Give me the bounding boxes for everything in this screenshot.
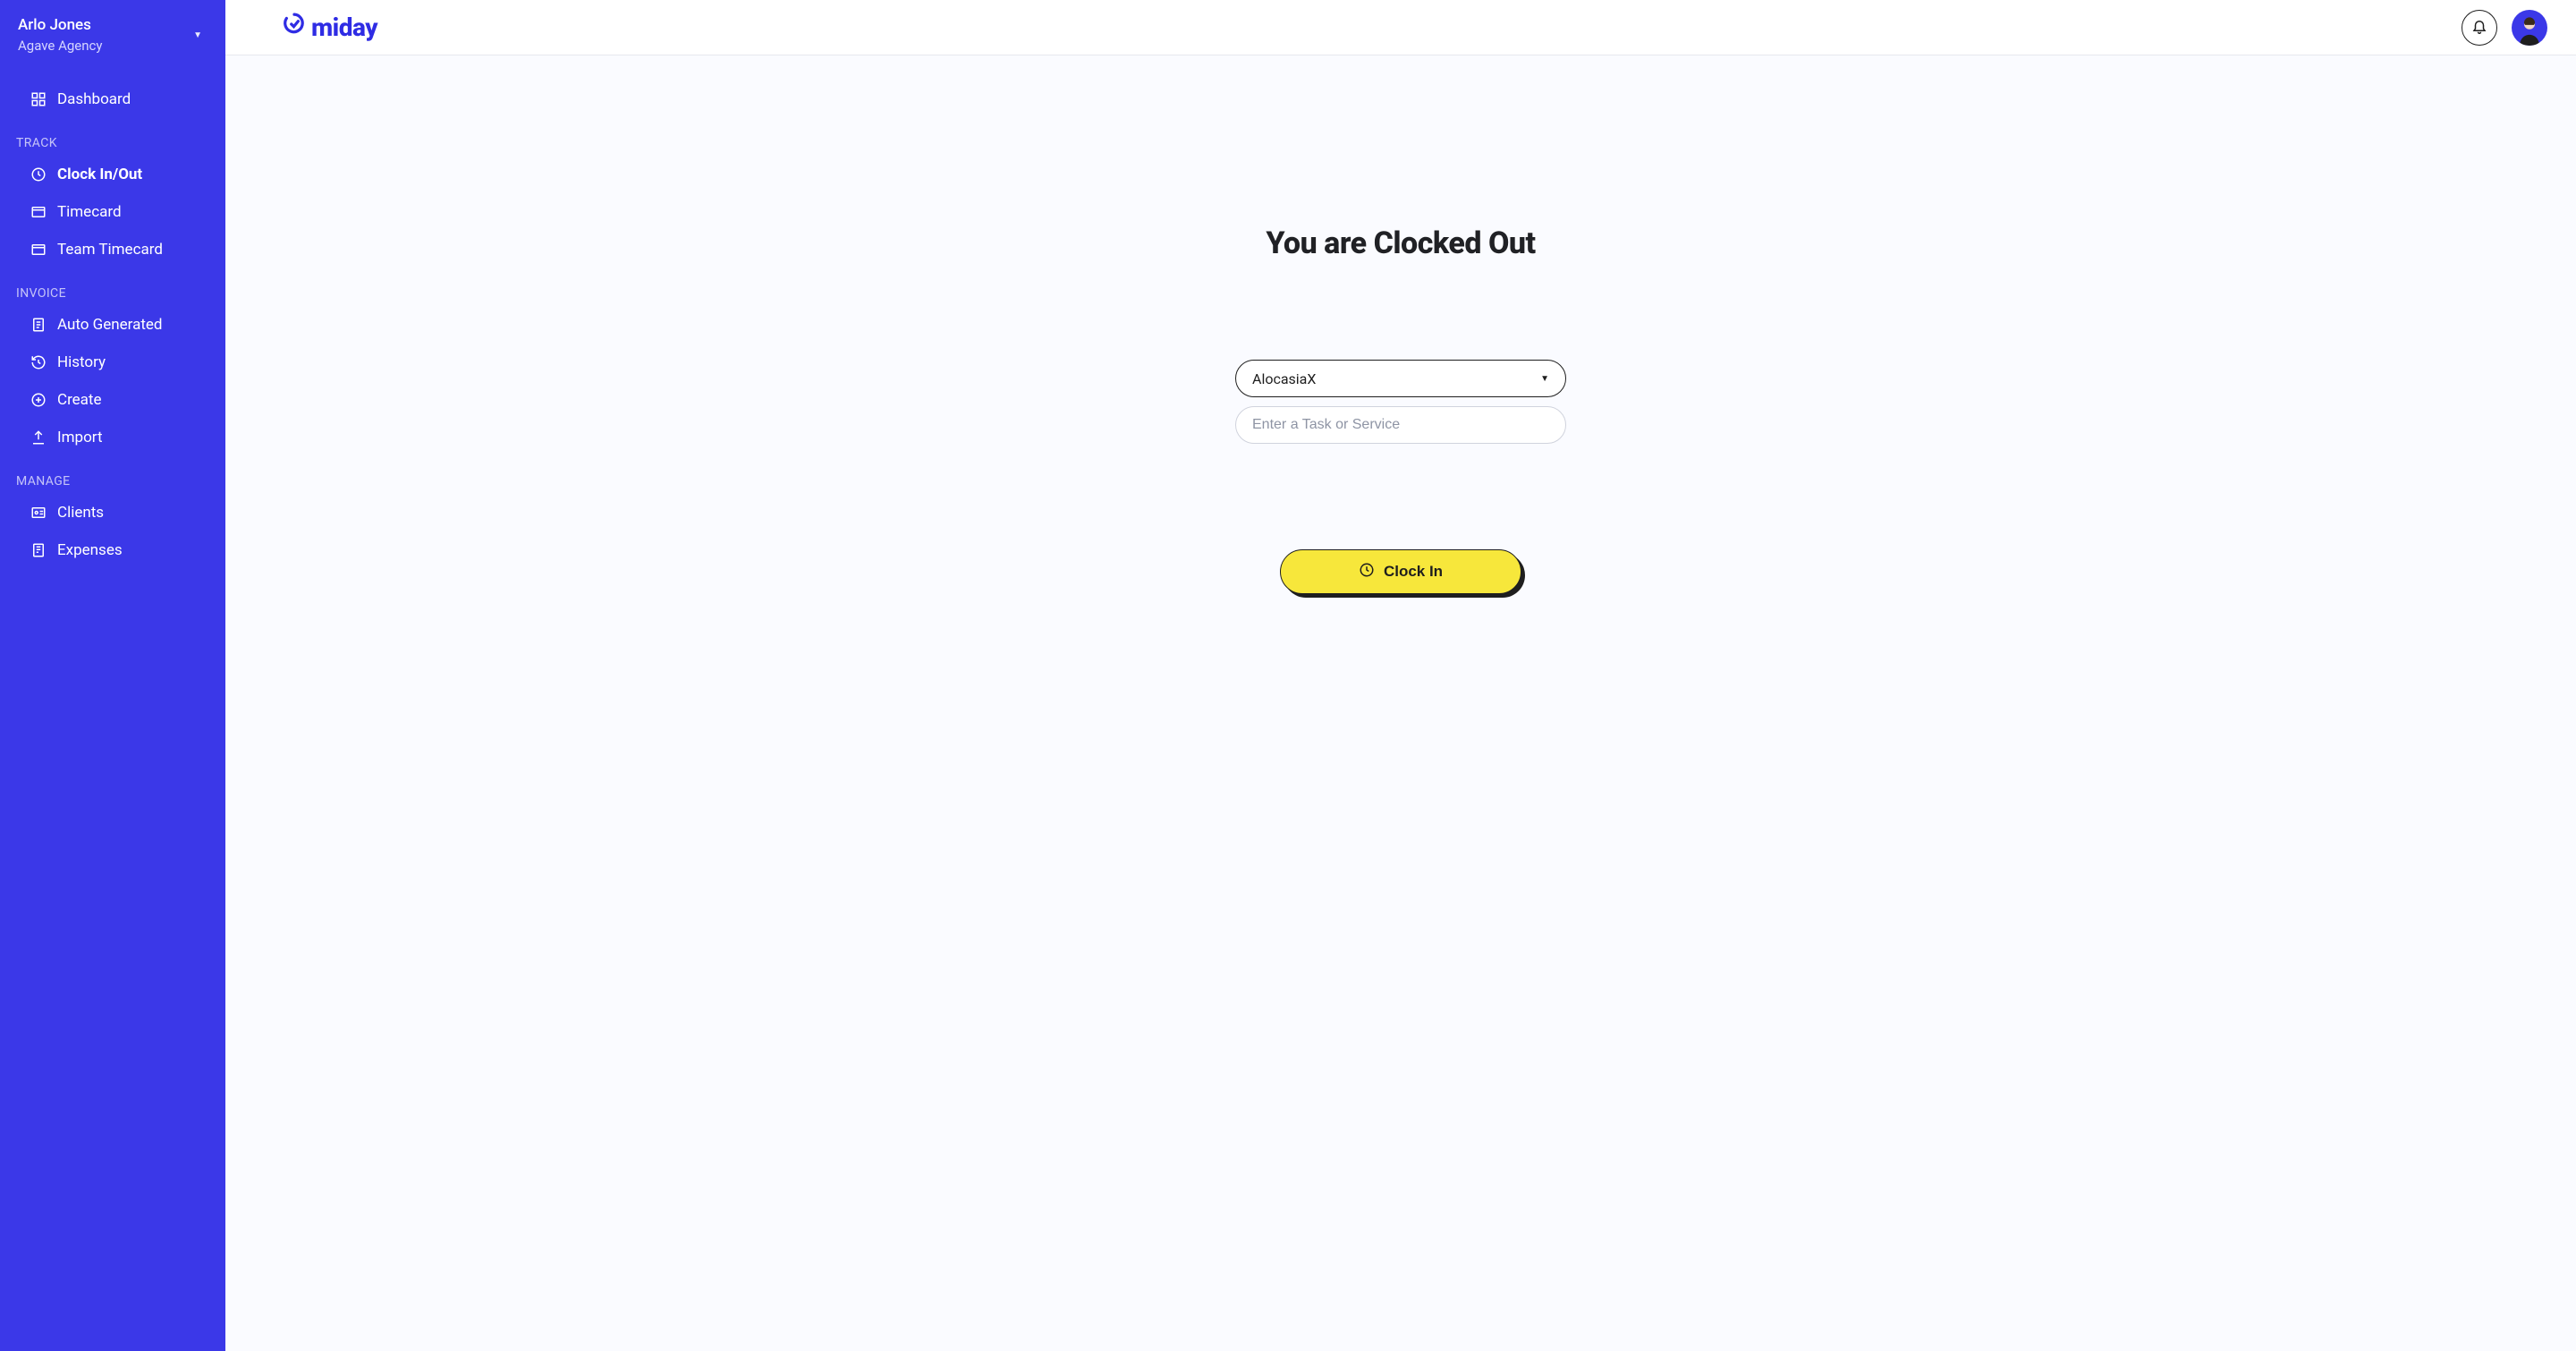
topbar: miday [225,0,2576,55]
user-switcher[interactable]: Arlo Jones Agave Agency ▼ [0,0,225,63]
plus-circle-icon [30,392,47,408]
section-label-track: TRACK [0,118,225,156]
clock-icon [30,166,47,183]
user-org: Agave Agency [18,38,103,54]
logo-mark-icon [283,13,306,42]
clock-in-button[interactable]: Clock In [1280,549,1521,594]
sidebar-item-label: Create [57,391,102,409]
chevron-down-icon: ▼ [1540,374,1549,384]
sidebar-item-clients[interactable]: Clients [0,494,225,531]
document-icon [30,317,47,333]
task-input[interactable] [1252,417,1549,433]
notifications-button[interactable] [2462,10,2497,46]
bell-icon [2471,18,2487,38]
sidebar-item-label: Clients [57,504,104,522]
sidebar-item-timecard[interactable]: Timecard [0,193,225,231]
sidebar-item-create[interactable]: Create [0,381,225,419]
sidebar-item-label: Expenses [57,541,123,559]
upload-icon [30,429,47,446]
sidebar-item-import[interactable]: Import [0,419,225,456]
page-title: You are Clocked Out [1266,225,1535,261]
sidebar-item-label: Dashboard [57,90,131,108]
project-selected-value: AlocasiaX [1252,370,1316,387]
expenses-icon [30,542,47,558]
sidebar-item-clock-in-out[interactable]: Clock In/Out [0,156,225,193]
chevron-down-icon: ▼ [193,30,208,40]
brand-name: miday [311,13,377,42]
sidebar-item-label: Team Timecard [57,241,163,259]
clock-in-label: Clock In [1384,563,1443,581]
user-avatar[interactable] [2512,10,2547,46]
sidebar-item-team-timecard[interactable]: Team Timecard [0,231,225,268]
task-input-wrapper [1235,406,1566,444]
timecard-icon [30,204,47,220]
section-label-reports: REPORTS [0,569,225,587]
sidebar-item-dashboard[interactable]: Dashboard [0,81,225,118]
project-select[interactable]: AlocasiaX ▼ [1235,360,1566,397]
dashboard-icon [30,91,47,107]
section-label-invoice: INVOICE [0,268,225,306]
avatar-person-icon [2516,15,2543,46]
sidebar-item-label: Clock In/Out [57,166,142,183]
sidebar-item-label: Timecard [57,203,122,221]
clients-icon [30,505,47,521]
content: You are Clocked Out AlocasiaX ▼ Clock In [225,55,2576,1351]
sidebar: Arlo Jones Agave Agency ▼ Dashboard TRAC… [0,0,225,1351]
section-label-manage: MANAGE [0,456,225,494]
team-timecard-icon [30,242,47,258]
sidebar-item-label: Import [57,429,103,446]
sidebar-item-history[interactable]: History [0,344,225,381]
sidebar-item-auto-generated[interactable]: Auto Generated [0,306,225,344]
user-name: Arlo Jones [18,16,103,34]
sidebar-item-expenses[interactable]: Expenses [0,531,225,569]
sidebar-item-label: History [57,353,106,371]
brand-logo[interactable]: miday [283,13,377,42]
clock-icon [1359,562,1375,582]
history-icon [30,354,47,370]
sidebar-item-label: Auto Generated [57,316,163,334]
